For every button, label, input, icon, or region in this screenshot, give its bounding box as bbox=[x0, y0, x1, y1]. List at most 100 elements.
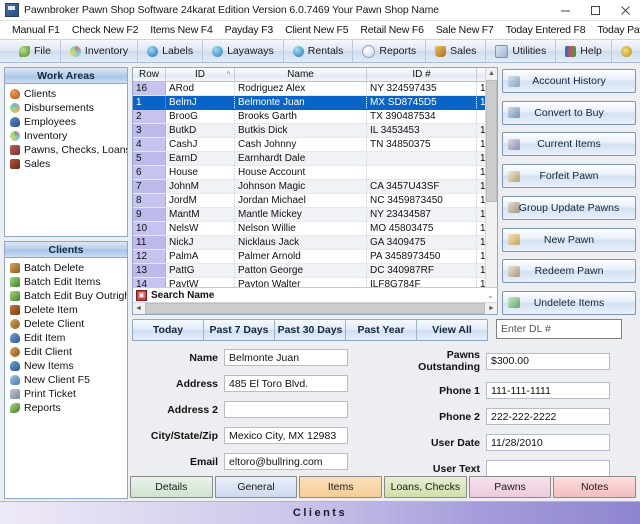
sidebar-item-edit-item[interactable]: Edit Item bbox=[5, 331, 127, 345]
search-name-row[interactable]: ▣ Search Name ⌄ bbox=[133, 287, 497, 302]
grid-vertical-scrollbar[interactable]: ▲ bbox=[485, 68, 497, 287]
toolbar-item-inventory[interactable]: Inventory bbox=[61, 40, 139, 62]
menu-item-today-entered-f8[interactable]: Today Entered F8 bbox=[500, 24, 592, 36]
filter-tab-past-30-days[interactable]: Past 30 Days bbox=[275, 320, 346, 340]
phone2-field[interactable]: 222-222-2222 bbox=[486, 408, 610, 425]
table-row[interactable]: 1BelmJBelmonte JuanMX SD8745D5111-111-11… bbox=[133, 95, 485, 110]
toolbar-item-sales[interactable]: Sales bbox=[426, 40, 487, 62]
table-row[interactable]: 3ButkDButkis DickIL 3453453111-111-1111 bbox=[133, 123, 485, 138]
maximize-icon[interactable] bbox=[580, 0, 610, 20]
email-field[interactable]: eltoro@bullring.com bbox=[224, 453, 348, 470]
column-header-idnum[interactable]: ID # bbox=[366, 68, 477, 82]
table-row[interactable]: 10NelsWNelson WillieMO 45803475111-111-1… bbox=[133, 221, 485, 236]
horizontal-scroll-thumb[interactable] bbox=[145, 303, 485, 314]
sidebar-item-batch-delete[interactable]: Batch Delete bbox=[5, 261, 127, 275]
sidebar-item-disbursements[interactable]: Disbursements bbox=[5, 101, 127, 115]
name-field[interactable]: Belmonte Juan bbox=[224, 349, 348, 366]
menu-item-payday-f3[interactable]: Payday F3 bbox=[219, 24, 279, 36]
vertical-scroll-thumb[interactable] bbox=[486, 80, 497, 202]
address2-field[interactable] bbox=[224, 401, 348, 418]
tab-general[interactable]: General bbox=[214, 476, 298, 498]
sidebar-item-pawns-checks-loans[interactable]: Pawns, Checks, Loans bbox=[5, 143, 127, 157]
toolbar-item-help[interactable]: Help bbox=[556, 40, 612, 62]
forfeit-pawn-button[interactable]: Forfeit Pawn bbox=[502, 164, 636, 189]
sidebar-item-print-ticket[interactable]: Print Ticket bbox=[5, 387, 127, 401]
city-state-zip-field[interactable]: Mexico City, MX 12983 bbox=[224, 427, 348, 444]
sidebar-item-new-items[interactable]: New Items bbox=[5, 359, 127, 373]
date-filter-tabs: Today Past 7 Days Past 30 Days Past Year Vie… bbox=[132, 319, 488, 341]
toolbar-item-labels[interactable]: Labels bbox=[138, 40, 204, 62]
sidebar-item-new-client-f5[interactable]: New Client F5 bbox=[5, 373, 127, 387]
table-row[interactable]: 6HouseHouse Account 111-111-1111 bbox=[133, 165, 485, 180]
toolbar-item-reports[interactable]: Reports bbox=[353, 40, 427, 62]
tab-details[interactable]: Details bbox=[130, 476, 213, 498]
menu-item-items-new-f4[interactable]: Items New F4 bbox=[144, 24, 218, 36]
menu-item-manual-f1[interactable]: Manual F1 bbox=[6, 24, 66, 36]
column-header-row[interactable]: Row bbox=[133, 68, 166, 82]
pawns-outstanding-field[interactable]: $300.00 bbox=[486, 352, 610, 370]
table-row[interactable]: 16ARodRodriguez AlexNY 324597435111-111-… bbox=[133, 81, 485, 96]
table-row[interactable]: 12PalmAPalmer ArnoldPA 3458973450111-111… bbox=[133, 249, 485, 264]
menu-item-sale-new-f7[interactable]: Sale New F7 bbox=[430, 24, 500, 36]
scroll-up-icon[interactable]: ▲ bbox=[486, 68, 497, 79]
account-history-button[interactable]: Account History bbox=[502, 69, 636, 93]
filter-tab-today[interactable]: Today bbox=[133, 320, 204, 340]
menu-item-check-new-f2[interactable]: Check New F2 bbox=[66, 24, 144, 36]
menu-item-retail-new-f6[interactable]: Retail New F6 bbox=[354, 24, 429, 36]
toolbar-item-layaways[interactable]: Layaways bbox=[203, 40, 284, 62]
table-row[interactable]: 13PattGPatton GeorgeDC 340987RF111-111-1… bbox=[133, 263, 485, 278]
sidebar-item-edit-client[interactable]: Edit Client bbox=[5, 345, 127, 359]
table-row[interactable]: 9MantMMantle MickeyNY 23434587111-111-11… bbox=[133, 207, 485, 222]
minimize-icon[interactable] bbox=[550, 0, 580, 20]
tab-loans-checks[interactable]: Loans, Checks bbox=[384, 476, 467, 498]
filter-tab-past-7-days[interactable]: Past 7 Days bbox=[204, 320, 275, 340]
table-row[interactable]: 11NickJNicklaus JackGA 3409475111-111-11… bbox=[133, 235, 485, 250]
column-header-phone[interactable]: Phone bbox=[476, 68, 485, 82]
sidebar-item-batch-edit-buy-outright[interactable]: Batch Edit Buy Outright bbox=[5, 289, 127, 303]
table-row[interactable]: 7JohnMJohnson MagicCA 3457U43SF111-111-1… bbox=[133, 179, 485, 194]
table-row[interactable]: 5EarnDEarnhardt Dale 111-111-1111 bbox=[133, 151, 485, 166]
chevron-down-icon[interactable]: ⌄ bbox=[487, 291, 494, 300]
filter-tab-past-year[interactable]: Past Year bbox=[346, 320, 417, 340]
sidebar-item-delete-client[interactable]: Delete Client bbox=[5, 317, 127, 331]
enter-dl-input[interactable]: Enter DL # bbox=[496, 319, 622, 339]
scroll-right-icon[interactable]: ► bbox=[486, 303, 497, 314]
sidebar-item-sales[interactable]: Sales bbox=[5, 157, 127, 171]
tab-notes[interactable]: Notes bbox=[553, 476, 637, 498]
filter-tab-view-all[interactable]: View All bbox=[417, 320, 487, 340]
table-row[interactable]: 2 BrooG Brooks Garth TX 390487534 bbox=[133, 109, 485, 124]
current-items-button[interactable]: Current Items bbox=[502, 132, 636, 157]
menu-item-client-new-f5[interactable]: Client New F5 bbox=[279, 24, 354, 36]
tab-pawns[interactable]: Pawns bbox=[468, 476, 552, 498]
sidebar-item-employees[interactable]: Employees bbox=[5, 115, 127, 129]
table-row[interactable]: 14PaytWPayton WalterILF8G784F111-111-111… bbox=[133, 277, 485, 287]
convert-to-buy-button[interactable]: Convert to Buy bbox=[502, 100, 636, 125]
column-header-id[interactable]: ID ^ bbox=[165, 68, 235, 82]
user-text-field[interactable] bbox=[486, 460, 610, 477]
menu-item-today-pawns-f9[interactable]: Today Pawns F9 bbox=[591, 24, 640, 36]
table-row[interactable]: 8JordMJordan MichaelNC 3459873450111-111… bbox=[133, 193, 485, 208]
grid-horizontal-scrollbar[interactable]: ◄ ► bbox=[133, 302, 497, 314]
scroll-left-icon[interactable]: ◄ bbox=[133, 303, 144, 314]
sidebar-item-clients[interactable]: Clients bbox=[5, 87, 127, 101]
redeem-pawn-button[interactable]: Redeem Pawn bbox=[502, 259, 636, 284]
column-header-name[interactable]: Name bbox=[234, 68, 367, 82]
undelete-items-button[interactable]: Undelete Items bbox=[502, 290, 636, 315]
sidebar-item-reports[interactable]: Reports bbox=[5, 401, 127, 415]
toolbar-item-utilities[interactable]: Utilities bbox=[486, 40, 557, 62]
address-field[interactable]: 485 El Toro Blvd. bbox=[224, 375, 348, 392]
sidebar-item-delete-item[interactable]: Delete Item bbox=[5, 303, 127, 317]
new-pawn-button[interactable]: New Pawn bbox=[502, 227, 636, 252]
phone1-field[interactable]: 111-111-1111 bbox=[486, 382, 610, 399]
cell-row: 12 bbox=[133, 249, 166, 264]
tab-items[interactable]: Items bbox=[299, 476, 383, 498]
sidebar-item-batch-edit-items[interactable]: Batch Edit Items bbox=[5, 275, 127, 289]
close-icon[interactable] bbox=[610, 0, 640, 20]
user-date-field[interactable]: 11/28/2010 bbox=[486, 434, 610, 451]
toolbar-item-key-icon[interactable] bbox=[612, 40, 640, 62]
sidebar-item-inventory[interactable]: Inventory bbox=[5, 129, 127, 143]
table-row[interactable]: 4CashJCash JohnnyTN 34850375111-111-1111 bbox=[133, 137, 485, 152]
toolbar-item-rentals[interactable]: Rentals bbox=[284, 40, 354, 62]
group-update-pawns-button[interactable]: Group Update Pawns bbox=[502, 195, 636, 220]
toolbar-item-file[interactable]: File bbox=[10, 40, 61, 62]
